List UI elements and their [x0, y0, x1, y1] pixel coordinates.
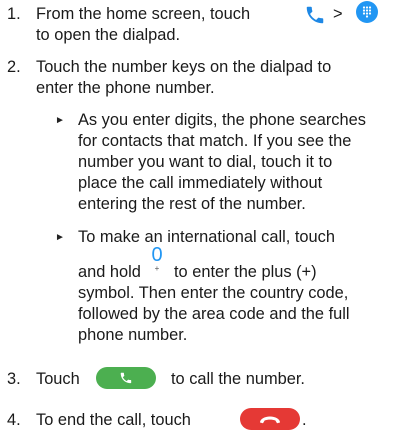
step-2-number: 2.: [7, 58, 21, 76]
step-4-number: 4.: [7, 411, 21, 429]
step-1-number: 1.: [7, 5, 21, 23]
step-3-text-after: to call the number.: [171, 370, 305, 388]
bullet-2-line-5: phone number.: [78, 326, 188, 344]
step-4-text-before: To end the call, touch: [36, 411, 191, 429]
step-1-separator: >: [333, 5, 343, 23]
phone-icon: [306, 6, 324, 24]
end-call-icon: [260, 416, 280, 424]
bullet-2-line-2-after: to enter the plus (+): [174, 263, 317, 281]
bullet-2-line-1: To make an international call, touch: [78, 228, 335, 246]
bullet-1-line-5: entering the rest of the number.: [78, 195, 306, 213]
phone-icon: [120, 372, 132, 384]
bullet-1-line-4: place the call immediately without: [78, 174, 323, 192]
bullet-2-line-2-before: and hold: [78, 263, 141, 281]
bullet-2-line-3: symbol. Then enter the country code,: [78, 284, 349, 302]
step-3-number: 3.: [7, 370, 21, 388]
bullet-marker: ►: [55, 232, 65, 243]
bullet-1-line-3: number you want to dial, touch it to: [78, 153, 333, 171]
end-call-button-icon: [240, 408, 300, 430]
call-button-icon: [96, 367, 156, 389]
step-2-text-line-2: enter the phone number.: [36, 79, 215, 97]
step-2-text-line-1: Touch the number keys on the dialpad to: [36, 58, 332, 76]
step-1-text: From the home screen, touch: [36, 5, 251, 23]
bullet-2-line-4: followed by the area code and the full: [78, 305, 350, 323]
step-3-text-before: Touch: [36, 370, 80, 388]
step-4-text-after: .: [302, 411, 307, 429]
key-zero-plus: +: [154, 264, 160, 273]
key-zero-digit: 0: [151, 244, 163, 266]
bullet-1-line-2: for contacts that match. If you see the: [78, 132, 352, 150]
bullet-marker: ►: [55, 115, 65, 126]
bullet-1-line-1: As you enter digits, the phone searches: [78, 111, 366, 129]
key-zero-icon: 0 +: [148, 245, 166, 273]
dialpad-icon: [356, 1, 378, 23]
step-1-text-line-2: to open the dialpad.: [36, 26, 180, 44]
